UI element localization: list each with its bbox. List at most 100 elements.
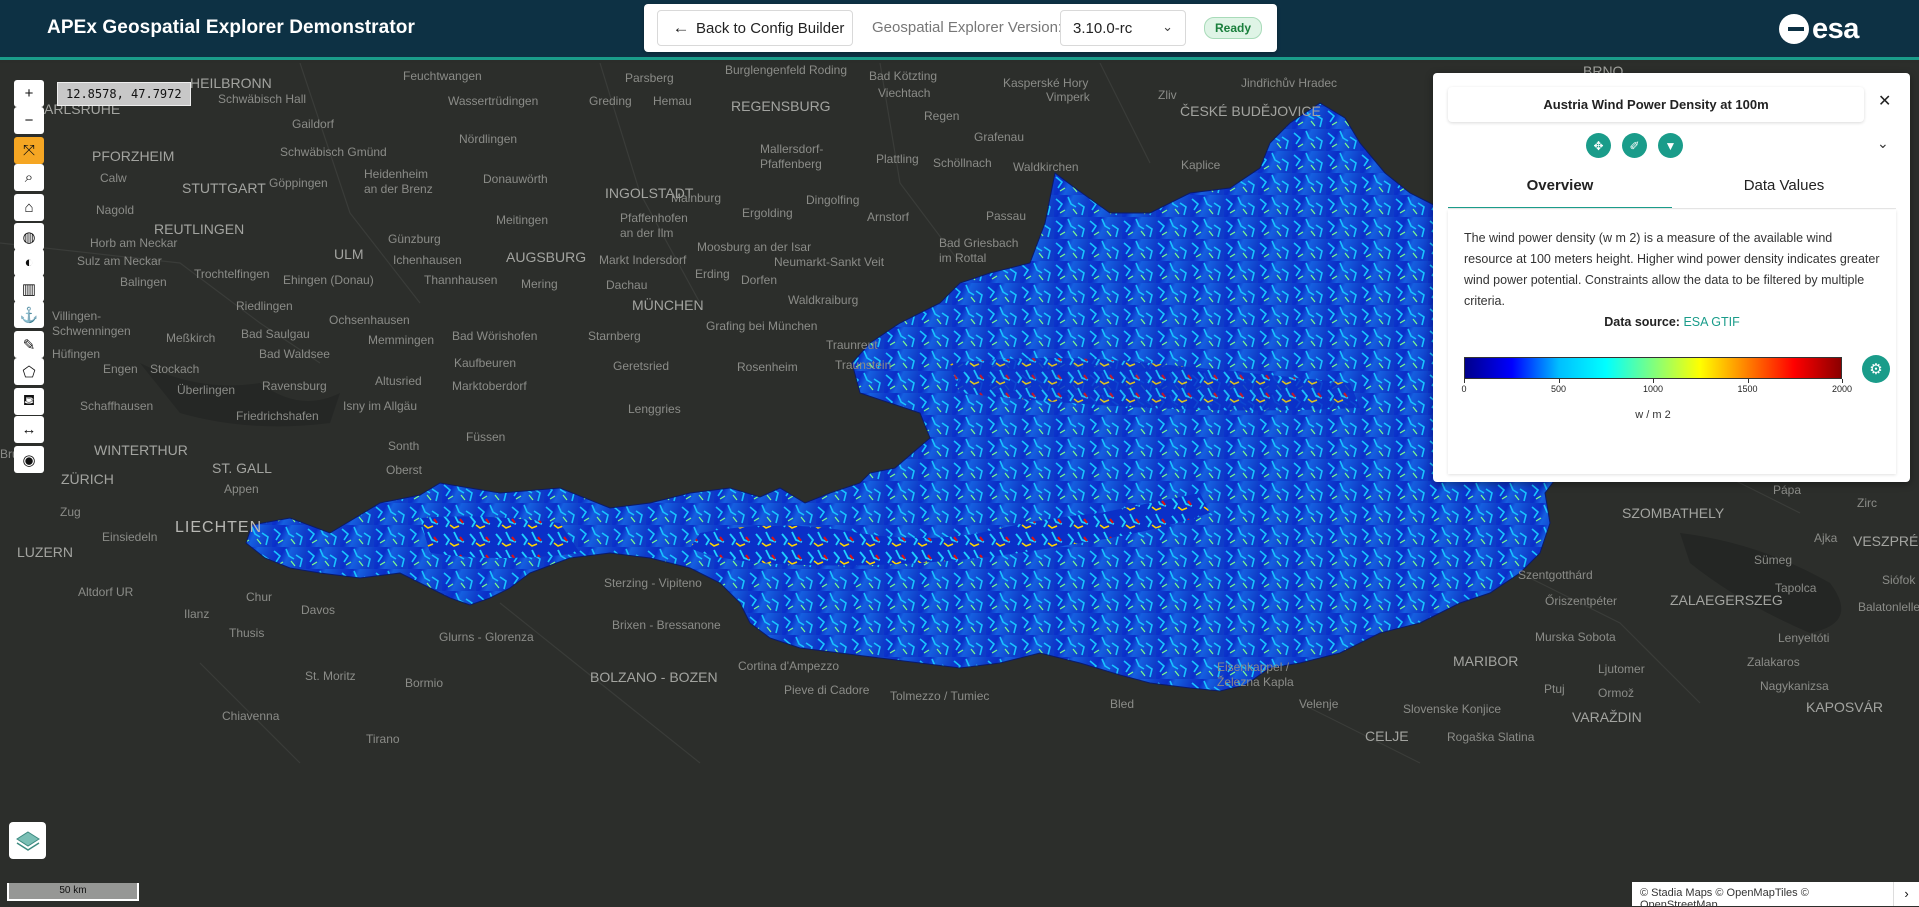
zoom-extent-button[interactable]: ⌕ xyxy=(14,164,44,191)
place-label: Dorfen xyxy=(741,273,778,287)
place-label: SZOMBATHELY xyxy=(1622,505,1725,521)
place-label: Überlingen xyxy=(177,383,236,397)
anchor-button[interactable]: ⚓ xyxy=(14,301,44,328)
style-icon[interactable]: ✐ xyxy=(1622,133,1647,158)
place-label: Wassertrüdingen xyxy=(448,94,539,108)
zoom-out-button[interactable]: − xyxy=(14,107,44,134)
place-label: Siófok xyxy=(1882,573,1916,587)
zoom-in-button[interactable]: + xyxy=(14,80,44,107)
place-label: Grafing bei München xyxy=(706,319,818,333)
place-label: Starnberg xyxy=(588,329,641,343)
legend-tick-label: 1000 xyxy=(1642,384,1664,394)
filter-icon[interactable]: ▼ xyxy=(1658,133,1683,158)
scale-bar: 50 km xyxy=(7,883,139,901)
camera-button[interactable]: ◉ xyxy=(14,446,44,473)
tab-overview[interactable]: Overview xyxy=(1448,169,1672,209)
legend-tick-label: 2000 xyxy=(1831,384,1853,394)
gear-icon[interactable]: ⚙ xyxy=(1862,355,1890,383)
fullscreen-icon: ⤧ xyxy=(22,142,35,159)
ruler-button[interactable]: ✎ xyxy=(14,331,44,358)
home-icon: ⌂ xyxy=(24,199,34,216)
back-button-label: Back to Config Builder xyxy=(696,19,845,37)
place-label: Mainburg xyxy=(671,191,722,205)
chevron-down-icon[interactable]: ⌄ xyxy=(1877,135,1889,152)
place-label: Arnstorf xyxy=(867,210,910,224)
place-label: LIECHTEN xyxy=(175,519,263,536)
place-label: Erding xyxy=(695,267,730,281)
place-label: Ilanz xyxy=(184,607,210,621)
place-label: Feuchtwangen xyxy=(403,69,482,83)
place-label: Kaplice xyxy=(1181,158,1221,172)
zoom-out-icon: − xyxy=(24,112,34,129)
place-label: Marktoberdorf xyxy=(452,379,527,393)
place-label: Neumarkt-Sankt Veit xyxy=(774,255,885,269)
ruler-icon: ✎ xyxy=(22,336,36,354)
place-label: Meitingen xyxy=(496,213,549,227)
buildings-button[interactable]: ▥ xyxy=(14,275,44,302)
top-bar: APEx Geospatial Explorer Demonstrator ← … xyxy=(0,0,1919,60)
place-label: an der Brenz xyxy=(364,182,433,196)
swipe-compare-icon: ↔ xyxy=(21,421,37,438)
place-label: Zalakaros xyxy=(1747,655,1800,669)
map-attribution: © Stadia Maps © OpenMapTiles © OpenStree… xyxy=(1632,882,1893,907)
place-label: Hemau xyxy=(653,94,692,108)
place-label: VARAŽDIN xyxy=(1572,709,1642,725)
place-label: Balingen xyxy=(120,275,167,289)
place-label: Dachau xyxy=(606,278,648,292)
place-label: VESZPRÉM xyxy=(1853,533,1919,549)
place-label: Železna Kapla xyxy=(1217,675,1294,689)
tab-data-values[interactable]: Data Values xyxy=(1672,169,1896,209)
panel-tabs: Overview Data Values xyxy=(1448,169,1896,209)
place-label: Waldkirchen xyxy=(1013,160,1079,174)
version-select[interactable]: 3.10.0-rc ⌄ xyxy=(1060,10,1186,46)
close-icon[interactable]: ✕ xyxy=(1878,91,1891,111)
place-label: Schwäbisch Gmünd xyxy=(280,145,387,159)
attribution-toggle[interactable]: › xyxy=(1893,882,1919,906)
place-label: Ajka xyxy=(1814,531,1838,545)
place-label: Rosenheim xyxy=(737,360,798,374)
place-label: Sterzing - Vipiteno xyxy=(604,576,702,590)
place-label: Pfaffenberg xyxy=(760,157,822,171)
place-label: Eisenkappel / xyxy=(1217,660,1290,674)
place-label: Waldkraiburg xyxy=(788,293,859,307)
data-source: Data source: ESA GTIF xyxy=(1448,315,1896,329)
place-label: Jindřichův Hradec xyxy=(1241,76,1338,90)
legend-tick xyxy=(1842,379,1843,383)
data-source-link[interactable]: ESA GTIF xyxy=(1683,315,1739,329)
place-label: Riedlingen xyxy=(236,299,293,313)
place-label: Mallersdorf- xyxy=(760,142,824,156)
place-label: Viechtach xyxy=(878,86,931,100)
place-label: REUTLINGEN xyxy=(154,221,245,237)
paint-bucket-button[interactable]: ⛾ xyxy=(14,388,44,415)
config-toolbar: ← Back to Config Builder Geospatial Expl… xyxy=(644,4,1277,52)
move-icon[interactable]: ✥ xyxy=(1586,133,1611,158)
place-label: Ormož xyxy=(1598,686,1634,700)
place-label: Meßkirch xyxy=(166,331,216,345)
back-to-config-button[interactable]: ← Back to Config Builder xyxy=(657,10,853,46)
place-label: Bad Saulgau xyxy=(241,327,310,341)
buildings-icon: ▥ xyxy=(21,280,37,298)
world-button[interactable]: ◐ xyxy=(14,249,44,276)
place-label: St. Moritz xyxy=(305,669,356,683)
draw-polygon-button[interactable]: ⬠ xyxy=(14,358,44,385)
overview-content: The wind power density (w m 2) is a meas… xyxy=(1448,210,1896,474)
place-label: WINTERTHUR xyxy=(94,442,188,458)
place-label: Chiavenna xyxy=(222,709,280,723)
esa-logo-text: esa xyxy=(1812,12,1859,45)
globe-button[interactable]: ◍ xyxy=(14,223,44,250)
fullscreen-button[interactable]: ⤧ xyxy=(14,137,44,164)
place-label: Tolmezzo / Tumiec xyxy=(890,689,990,703)
place-label: LUZERN xyxy=(17,544,74,560)
layers-button[interactable] xyxy=(9,822,46,859)
place-label: Traunreut xyxy=(826,338,878,352)
swipe-compare-button[interactable]: ↔ xyxy=(14,416,44,443)
place-label: ST. GALL xyxy=(212,460,272,476)
place-label: Göppingen xyxy=(269,176,328,190)
legend-ticks: 0 500 1000 1500 2000 xyxy=(1461,379,1852,395)
place-label: Burglengenfeld xyxy=(725,63,806,77)
place-label: Passau xyxy=(986,209,1027,223)
esa-logo-mark xyxy=(1779,14,1809,44)
legend-tick-label: 1500 xyxy=(1737,384,1758,394)
home-button[interactable]: ⌂ xyxy=(14,194,44,221)
layers-icon xyxy=(15,830,40,851)
